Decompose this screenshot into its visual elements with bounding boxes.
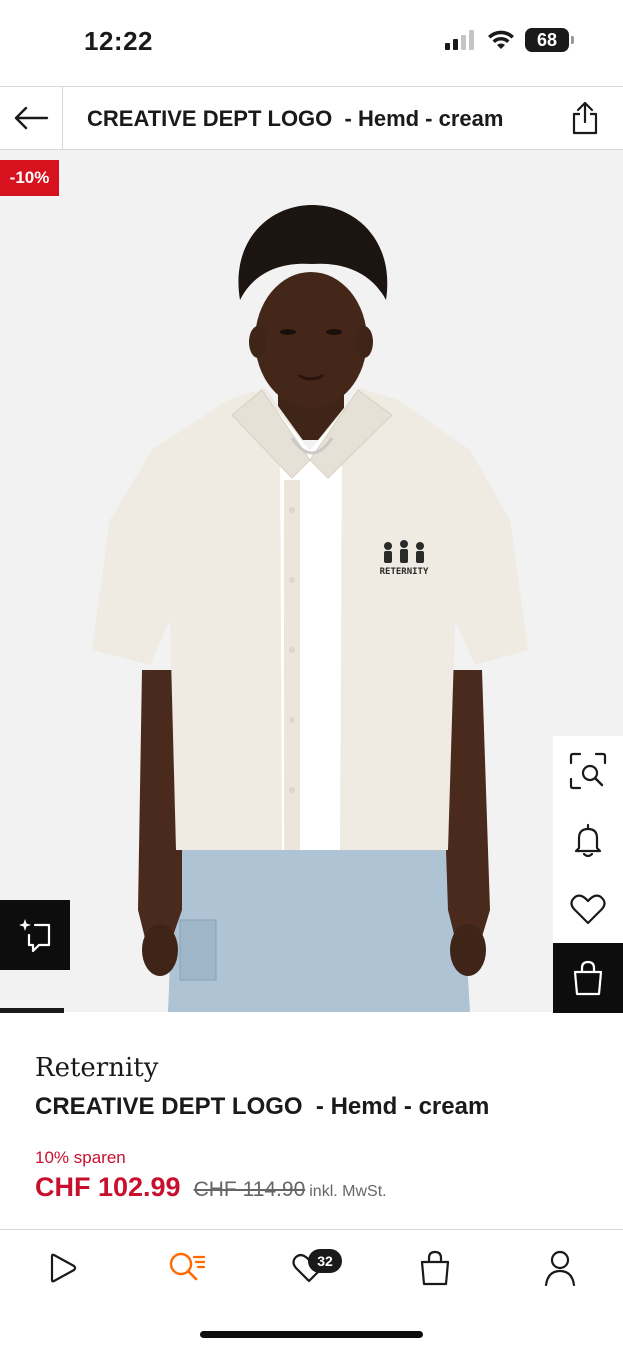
home-indicator — [200, 1331, 423, 1338]
back-button[interactable] — [0, 87, 63, 149]
nav-search[interactable] — [159, 1244, 215, 1292]
tax-note: inkl. MwSt. — [309, 1183, 387, 1200]
add-to-cart-button[interactable] — [553, 943, 623, 1013]
signal-icon — [445, 30, 474, 50]
price-row: CHF 102.99 CHF 114.90 inkl. MwSt. — [35, 1172, 387, 1203]
search-icon — [169, 1252, 206, 1281]
share-icon — [572, 101, 598, 135]
sparkle-chat-icon — [19, 919, 51, 953]
person-icon — [544, 1250, 576, 1286]
status-icons: 68 — [445, 28, 574, 52]
visual-search-icon — [569, 752, 607, 789]
side-actions — [553, 736, 623, 1013]
savings-label: 10% sparen — [35, 1148, 126, 1167]
original-price: CHF 114.90 — [193, 1178, 306, 1201]
product-header: CREATIVE DEPT LOGO - Hemd - cream — [0, 86, 623, 150]
battery-indicator: 68 — [525, 28, 574, 52]
nav-home[interactable] — [34, 1244, 90, 1292]
image-pager-indicator — [0, 1008, 64, 1013]
notify-button[interactable] — [553, 805, 623, 874]
wifi-icon — [488, 30, 514, 49]
nav-account[interactable] — [532, 1244, 588, 1292]
product-photo: RETERNITY — [92, 205, 528, 1012]
arrow-left-icon — [14, 106, 49, 130]
status-time: 12:22 — [84, 26, 153, 56]
share-button[interactable] — [567, 99, 603, 137]
bell-icon — [574, 823, 602, 857]
current-price: CHF 102.99 — [35, 1172, 181, 1202]
wishlist-count-badge: 32 — [308, 1249, 342, 1273]
nav-wishlist[interactable]: 32 — [281, 1244, 342, 1292]
header-title: CREATIVE DEPT LOGO - Hemd - cream — [87, 106, 504, 131]
bag-icon — [420, 1250, 450, 1286]
discount-badge: -10% — [0, 160, 59, 196]
shopping-bag-icon — [573, 960, 603, 996]
play-icon — [50, 1253, 77, 1283]
heart-icon — [570, 894, 606, 924]
status-bar: 12:22 68 — [0, 0, 623, 86]
product-name: CREATIVE DEPT LOGO - Hemd - cream — [35, 1093, 490, 1120]
product-image[interactable]: RETERNITY — [0, 150, 623, 1012]
bottom-nav: 32 — [0, 1230, 623, 1310]
visual-search-button[interactable] — [553, 736, 623, 805]
brand-name[interactable]: Reternity — [35, 1053, 158, 1083]
nav-cart[interactable] — [407, 1244, 463, 1292]
shirt-logo-text: RETERNITY — [380, 567, 429, 577]
ai-assistant-button[interactable] — [0, 900, 70, 970]
wishlist-button[interactable] — [553, 874, 623, 943]
